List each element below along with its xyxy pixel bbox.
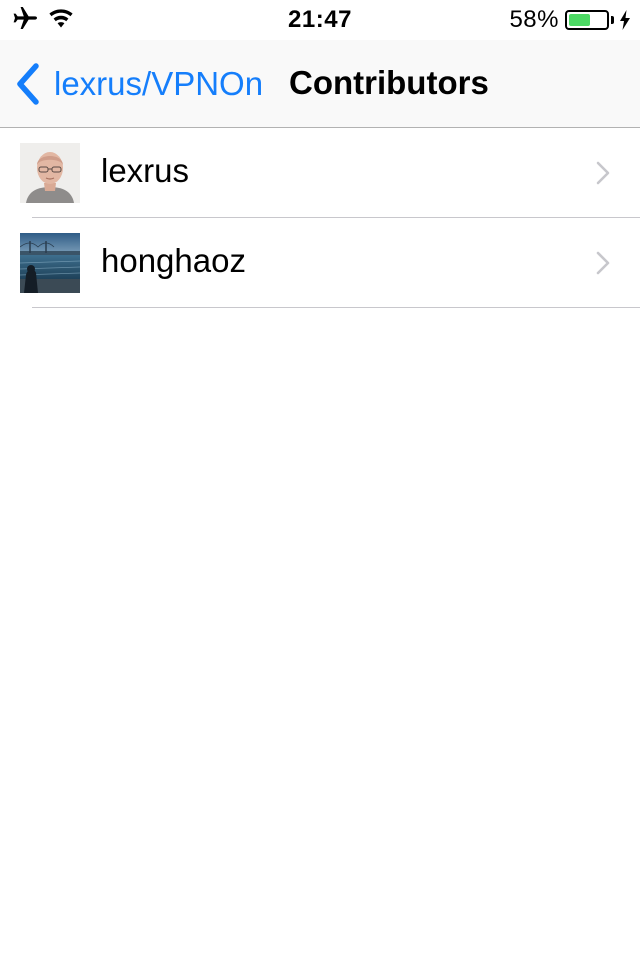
- back-button[interactable]: lexrus/VPNOn: [14, 62, 263, 106]
- list-item-lexrus[interactable]: lexrus: [0, 128, 640, 218]
- avatar: [20, 143, 80, 203]
- contributors-screen: 21:47 58% lexrus/VPNOn Contributors lexr…: [0, 0, 640, 960]
- contributor-name: honghaoz: [101, 242, 246, 279]
- avatar-image: [20, 143, 80, 203]
- battery-icon: [565, 10, 609, 30]
- battery-percent: 58%: [509, 6, 559, 33]
- status-right: 58%: [509, 6, 630, 34]
- row-separator: [32, 307, 640, 308]
- list-item-honghaoz[interactable]: honghaoz: [0, 218, 640, 308]
- status-bar: 21:47 58%: [0, 0, 640, 40]
- chevron-right-icon: [596, 251, 610, 275]
- charging-bolt-icon: [620, 10, 630, 30]
- contributor-name: lexrus: [101, 152, 190, 189]
- avatar: [20, 233, 80, 293]
- navigation-bar: lexrus/VPNOn Contributors: [0, 40, 640, 128]
- back-button-label: lexrus/VPNOn: [54, 65, 264, 102]
- avatar-image: [20, 233, 80, 293]
- page-title: Contributors: [289, 64, 489, 101]
- battery-cap: [611, 16, 614, 24]
- battery-level-fill: [569, 14, 590, 26]
- contributors-list: lexrus honghaoz: [0, 128, 640, 308]
- chevron-right-icon: [596, 161, 610, 185]
- chevron-left-icon: [17, 63, 39, 105]
